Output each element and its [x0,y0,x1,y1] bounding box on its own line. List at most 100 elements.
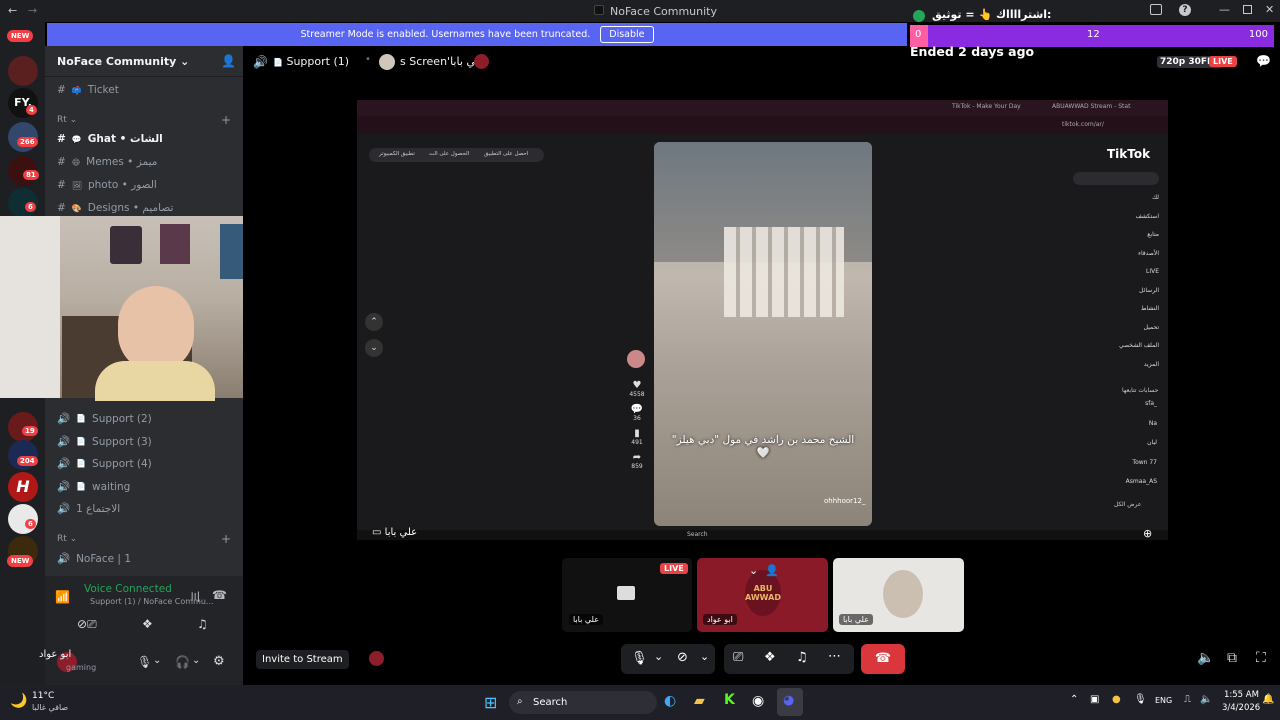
tiktok-menu-item[interactable]: استكشف [1077,213,1159,232]
tiktok-menu-item[interactable]: الملف الشخصي [1077,342,1159,361]
waveform-icon[interactable]: 〣 [189,588,201,605]
browser-tab[interactable]: TikTok - Make Your Day [952,103,1021,110]
shared-screen: TikTok - Make Your Day ABUAWWAD Stream -… [357,100,1168,540]
speaker-icon: 🔊 [57,413,71,425]
camera-off-icon[interactable]: ⊘ [77,617,87,631]
kick-icon[interactable]: K [724,692,735,708]
back-icon[interactable]: ← [8,4,17,17]
following-item[interactable]: ليان [1097,439,1157,459]
add-member-icon[interactable]: 👤 [221,54,236,68]
chevron-down-icon[interactable]: ⌄ [192,655,200,666]
participant-tile-2[interactable]: ABU AWWAD ⌄ 👤 ابو عواد [697,558,828,632]
disable-button[interactable]: Disable [600,26,654,43]
channel-ticket[interactable]: # 📫 Ticket [57,84,119,96]
disconnect-icon[interactable]: ☎ [212,588,227,602]
tiktok-video[interactable]: الشيخ محمد بن راشد في مول "دبي هيلز" 🤍 o… [654,142,872,526]
channel-designs[interactable]: # 🎨 Designs • تصاميم [57,202,173,214]
tiktok-menu-item[interactable]: الأصدقاء [1077,250,1159,269]
following-item[interactable]: Asmaa_AS [1097,478,1157,498]
microphone-icon[interactable]: 🎙 [137,655,152,669]
settings-gear-icon[interactable]: ⚙ [213,654,225,669]
popout-icon[interactable]: ⧉ [1227,650,1237,666]
folder-icon[interactable]: ▰ [694,693,705,709]
activities-icon[interactable]: ❖ [764,650,776,665]
tray-app-icon[interactable]: ● [1112,694,1121,705]
participant-tile-3[interactable]: علي بابا [833,558,964,632]
volume-icon[interactable]: 🔈 [1200,694,1212,705]
camera-off-icon[interactable]: ⊘ [677,650,688,665]
url-bar[interactable]: tiktok.com/ar/ [1062,121,1104,128]
following-item[interactable]: Town 77 [1097,459,1157,479]
show-all-link[interactable]: عرض الكل [1114,501,1141,508]
channel-waiting[interactable]: 🔊 📄 waiting [57,480,130,494]
server-icon-8[interactable]: H [8,472,38,502]
tray-chevron-icon[interactable]: ⌃ [1070,694,1078,705]
edge-icon[interactable]: ◐ [664,693,676,709]
fullscreen-icon[interactable]: ⛶ [1256,650,1266,666]
disconnect-button[interactable]: ☎ [861,644,905,674]
tiktok-menu-item[interactable]: لك [1077,194,1159,213]
chevron-down-icon[interactable]: ⌄ [749,564,758,577]
discord-taskbar-button[interactable]: ◕ [777,688,803,716]
heart-icon[interactable]: ♥ [627,380,647,391]
more-options-icon[interactable]: ⋯ [828,649,841,664]
tiktok-menu-item[interactable]: الرسائل [1077,287,1159,306]
bookmark-icon[interactable]: ▮ [627,428,647,439]
category-rt[interactable]: Rt ⌄ [57,115,77,125]
weather-icon[interactable]: 🌙 [10,693,27,709]
following-item[interactable]: sfa_ [1097,400,1157,420]
obs-icon[interactable]: ◉ [752,693,764,709]
add-channel-icon[interactable]: + [221,532,231,546]
chevron-down-icon[interactable]: ⌄ [654,650,663,663]
channel-memes[interactable]: # 😄 Memes • ميمز [57,156,157,168]
channel-photo[interactable]: # 🖼 photo • الصور [57,179,157,191]
server-icon-1[interactable] [8,56,38,86]
tiktok-search[interactable] [1073,172,1159,185]
soundboard-icon[interactable]: ♫ [796,650,808,665]
clock-time[interactable]: 1:55 AM [1224,690,1259,700]
tray-app-icon[interactable]: ▣ [1090,694,1099,705]
headphones-icon[interactable]: 🎧 [175,655,190,669]
channel-chat[interactable]: # 💬 Ghat • الشات [57,133,163,145]
browser-tab[interactable]: ABUAWWAD Stream - Stat [1052,103,1130,110]
share-icon[interactable]: ➦ [627,452,647,463]
tiktok-menu-item[interactable]: LIVE [1077,268,1159,287]
activities-icon[interactable]: ❖ [142,617,153,631]
start-icon[interactable]: ⊞ [484,693,497,712]
scroll-down-icon[interactable]: ⌄ [365,339,383,357]
channel-support-4[interactable]: 🔊 📄 Support (4) [57,457,152,471]
notification-icon[interactable]: 🔔 [1262,694,1274,705]
channel-support-2[interactable]: 🔊 📄 Support (2) [57,412,152,426]
zoom-icon[interactable]: ⊕ [1143,527,1152,540]
network-icon[interactable]: ⎍ [1184,694,1191,705]
scroll-up-icon[interactable]: ⌃ [365,313,383,331]
add-user-icon[interactable]: 👤 [765,564,779,577]
screen-share-icon[interactable]: ⎚ [87,617,97,632]
forward-icon[interactable]: → [28,4,37,17]
avatar[interactable] [627,350,645,368]
tray-mic-icon[interactable]: 🎙 [1134,694,1147,705]
language-indicator[interactable]: ENG [1155,696,1172,705]
volume-icon[interactable]: 🔈 [1197,650,1214,666]
soundboard-icon[interactable]: ♫ [197,617,208,631]
following-item[interactable]: Na [1097,420,1157,440]
comment-icon[interactable]: 💬 [627,404,647,415]
tiktok-menu-item[interactable]: متابع [1077,231,1159,250]
invite-to-stream-button[interactable]: Invite to Stream [256,650,349,669]
tiktok-menu-item[interactable]: تحميل [1077,324,1159,343]
chevron-down-icon[interactable]: ⌄ [700,650,709,663]
server-name[interactable]: NoFace Community ⌄ [57,55,189,68]
participant-tile-1[interactable]: LIVE علي بابا [562,558,692,632]
clock-date[interactable]: 3/4/2026 [1222,703,1260,713]
channel-support-3[interactable]: 🔊 📄 Support (3) [57,435,152,449]
category-rt-2[interactable]: Rt ⌄ [57,534,77,544]
channel-noface[interactable]: 🔊 NoFace | 1 [57,552,131,566]
taskbar-search[interactable]: ⌕ Search [509,691,657,714]
tiktok-menu-item[interactable]: المزيد [1077,361,1159,380]
add-channel-icon[interactable]: + [221,113,231,127]
chevron-down-icon[interactable]: ⌄ [153,655,161,666]
channel-meeting[interactable]: 🔊 الاجتماع 1 [57,502,120,516]
microphone-icon[interactable]: 🎙 [631,651,648,666]
screen-share-icon[interactable]: ⎚ [733,650,743,665]
tiktok-menu-item[interactable]: النشاط [1077,305,1159,324]
